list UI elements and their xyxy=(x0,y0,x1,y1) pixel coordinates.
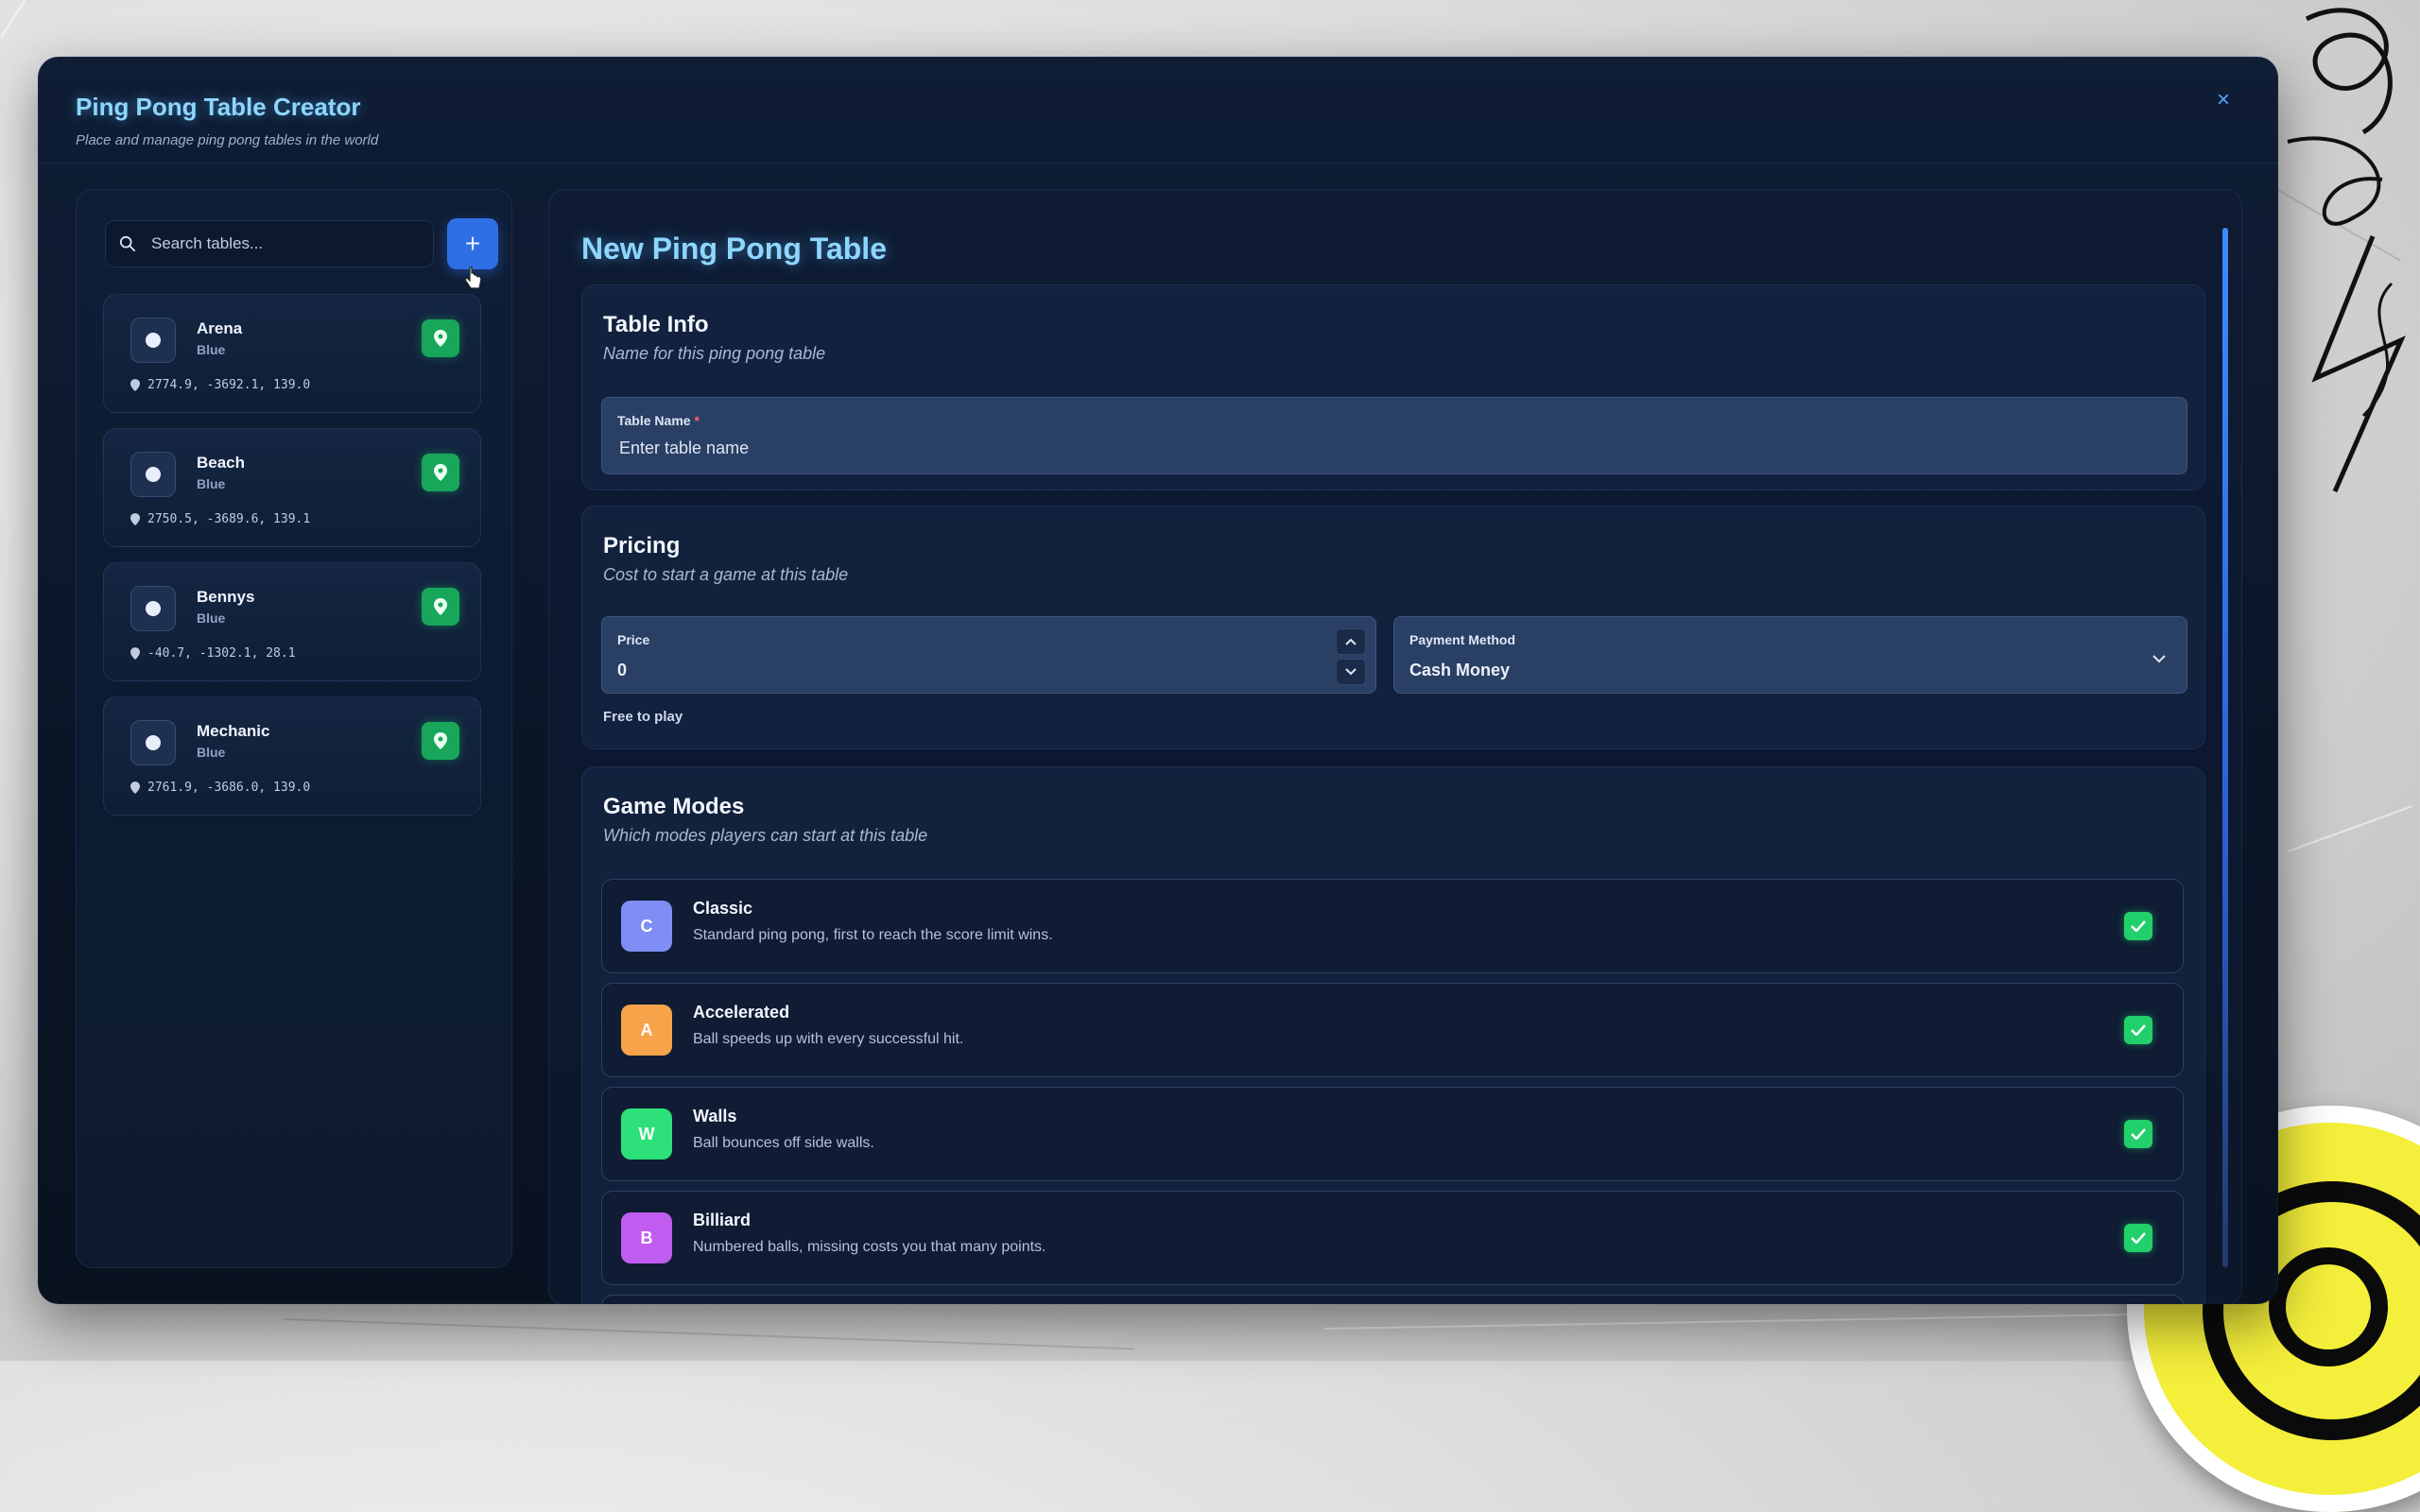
table-color: Blue xyxy=(197,745,226,760)
table-name: Bennys xyxy=(197,588,255,606)
mode-badge: B xyxy=(621,1212,672,1263)
table-avatar xyxy=(130,586,176,631)
table-coords: 2774.9, -3692.1, 139.0 xyxy=(130,378,310,392)
new-table-panel: New Ping Pong Table Table Info Name for … xyxy=(548,189,2242,1304)
plus-icon: + xyxy=(464,229,481,258)
window-title: Ping Pong Table Creator xyxy=(76,93,361,121)
table-card-mechanic[interactable]: Mechanic Blue 2761.9, -3686.0, 139.0 xyxy=(103,696,481,816)
table-card-arena[interactable]: Arena Blue 2774.9, -3692.1, 139.0 xyxy=(103,294,481,413)
payment-method-value[interactable]: Cash Money xyxy=(1409,661,1510,680)
mode-checkbox[interactable] xyxy=(2124,1224,2152,1252)
teleport-button[interactable] xyxy=(422,722,459,760)
table-coords: -40.7, -1302.1, 28.1 xyxy=(130,646,296,661)
check-icon xyxy=(2131,1024,2146,1036)
table-coords: 2761.9, -3686.0, 139.0 xyxy=(130,781,310,795)
mode-badge: C xyxy=(621,901,672,952)
section-desc: Name for this ping pong table xyxy=(603,344,826,363)
table-name-field[interactable]: Table Name * xyxy=(601,397,2187,474)
table-name: Beach xyxy=(197,454,246,472)
mode-checkbox[interactable] xyxy=(2124,1016,2152,1044)
game-mode-accelerated[interactable]: A Accelerated Ball speeds up with every … xyxy=(601,983,2184,1077)
table-name: Mechanic xyxy=(197,722,270,740)
location-icon xyxy=(130,513,140,525)
teleport-button[interactable] xyxy=(422,319,459,357)
search-input[interactable] xyxy=(149,233,420,254)
mode-name: Classic xyxy=(693,899,753,918)
field-label: Price xyxy=(617,632,650,647)
chevron-down-icon xyxy=(2152,655,2166,663)
mode-desc: Ball bounces off side walls. xyxy=(693,1135,874,1151)
price-field[interactable]: Price 0 xyxy=(601,616,1376,694)
table-name: Arena xyxy=(197,319,243,337)
game-mode-walls[interactable]: W Walls Ball bounces off side walls. xyxy=(601,1087,2184,1181)
map-pin-icon xyxy=(434,464,447,481)
game-mode-partial[interactable] xyxy=(601,1295,2184,1304)
section-title: Table Info xyxy=(603,312,709,337)
mode-desc: Standard ping pong, first to reach the s… xyxy=(693,927,1053,943)
creator-window: Ping Pong Table Creator Place and manage… xyxy=(38,57,2278,1304)
game-mode-billiard[interactable]: B Billiard Numbered balls, missing costs… xyxy=(601,1191,2184,1285)
location-icon xyxy=(130,379,140,391)
field-label: Table Name * xyxy=(617,413,700,428)
map-pin-icon xyxy=(434,732,447,749)
check-icon xyxy=(2131,1232,2146,1244)
mode-desc: Numbered balls, missing costs you that m… xyxy=(693,1239,1046,1255)
mode-checkbox[interactable] xyxy=(2124,1120,2152,1148)
increment-button[interactable] xyxy=(1336,628,1366,655)
table-avatar xyxy=(130,720,176,765)
decrement-button[interactable] xyxy=(1336,659,1366,685)
search-icon xyxy=(119,235,136,252)
table-card-bennys[interactable]: Bennys Blue -40.7, -1302.1, 28.1 xyxy=(103,562,481,681)
window-header: Ping Pong Table Creator Place and manage… xyxy=(38,57,2278,163)
search-box[interactable] xyxy=(105,220,434,267)
location-icon xyxy=(130,647,140,660)
panel-scrollbar[interactable] xyxy=(2222,228,2228,1267)
mode-badge: W xyxy=(621,1108,672,1160)
pointer-cursor-icon xyxy=(464,266,482,289)
check-icon xyxy=(2131,920,2146,932)
map-pin-icon xyxy=(434,598,447,615)
check-icon xyxy=(2131,1128,2146,1140)
pricing-section: Pricing Cost to start a game at this tab… xyxy=(581,506,2205,749)
table-avatar xyxy=(130,318,176,363)
chevron-down-icon xyxy=(1345,668,1357,676)
field-label: Payment Method xyxy=(1409,632,1516,647)
price-helper-text: Free to play xyxy=(603,709,683,725)
section-desc: Which modes players can start at this ta… xyxy=(603,826,928,845)
panel-title: New Ping Pong Table xyxy=(581,232,887,266)
table-avatar xyxy=(130,452,176,497)
table-coords: 2750.5, -3689.6, 139.1 xyxy=(130,512,310,526)
add-table-button[interactable]: + xyxy=(447,218,498,269)
price-value[interactable]: 0 xyxy=(617,661,627,680)
mode-badge: A xyxy=(621,1005,672,1056)
game-mode-classic[interactable]: C Classic Standard ping pong, first to r… xyxy=(601,879,2184,973)
table-name-input[interactable] xyxy=(617,438,2048,459)
table-color: Blue xyxy=(197,610,226,626)
mode-name: Walls xyxy=(693,1107,737,1125)
table-info-section: Table Info Name for this ping pong table… xyxy=(581,284,2205,490)
section-title: Game Modes xyxy=(603,794,745,819)
close-icon: × xyxy=(2216,87,2230,112)
chevron-up-icon xyxy=(1345,638,1357,645)
map-pin-icon xyxy=(434,330,447,347)
table-color: Blue xyxy=(197,476,226,491)
tables-sidebar: + Arena Blue 2774.9, -3692.1, 139.0 Beac… xyxy=(76,189,512,1268)
price-stepper[interactable] xyxy=(1336,628,1366,689)
mode-name: Accelerated xyxy=(693,1003,790,1022)
mode-desc: Ball speeds up with every successful hit… xyxy=(693,1031,964,1047)
window-subtitle: Place and manage ping pong tables in the… xyxy=(76,132,379,148)
table-card-beach[interactable]: Beach Blue 2750.5, -3689.6, 139.1 xyxy=(103,428,481,547)
mode-checkbox[interactable] xyxy=(2124,912,2152,940)
table-color: Blue xyxy=(197,342,226,357)
teleport-button[interactable] xyxy=(422,454,459,491)
section-desc: Cost to start a game at this table xyxy=(603,565,849,584)
location-icon xyxy=(130,782,140,794)
payment-method-select[interactable]: Payment Method Cash Money xyxy=(1393,616,2187,694)
section-title: Pricing xyxy=(603,533,681,558)
teleport-button[interactable] xyxy=(422,588,459,626)
table-list: Arena Blue 2774.9, -3692.1, 139.0 Beach … xyxy=(103,294,481,831)
mode-name: Billiard xyxy=(693,1211,752,1229)
game-modes-section: Game Modes Which modes players can start… xyxy=(581,766,2205,1304)
close-button[interactable]: × xyxy=(2206,83,2240,117)
